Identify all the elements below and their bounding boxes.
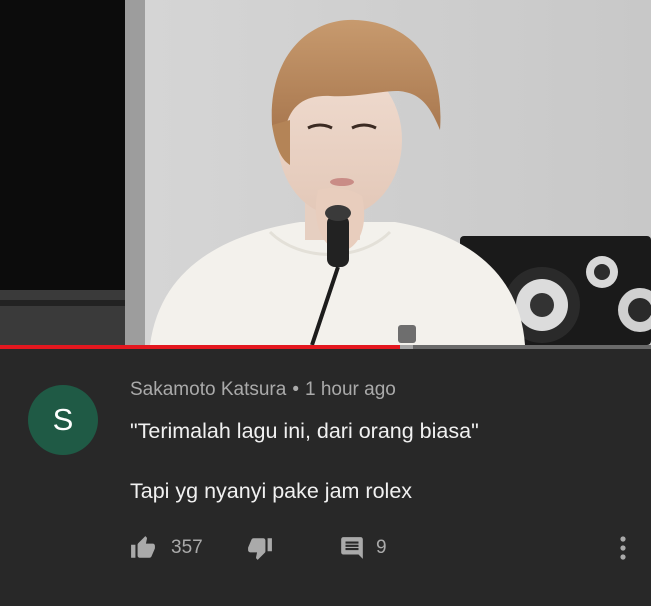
thumbs-up-icon [131, 536, 155, 558]
meta-separator: • [292, 379, 299, 400]
reply-count: 9 [376, 537, 387, 558]
comment-time[interactable]: 1 hour ago [305, 379, 396, 400]
video-frame[interactable] [0, 0, 651, 345]
comment-text-line-2: Tapi yg nyanyi pake jam rolex [130, 479, 413, 503]
video-thumbnail [0, 0, 651, 345]
avatar-letter: S [52, 402, 74, 437]
comment-actions: 357 9 [0, 533, 651, 563]
like-button[interactable] [129, 533, 157, 563]
thumbs-down-icon [248, 538, 272, 560]
comment-icon [341, 537, 363, 559]
author-name[interactable]: Sakamoto Katsura [130, 379, 286, 400]
comment: S Sakamoto Katsura • 1 hour ago "Terimalah… [0, 349, 651, 606]
comment-header: Sakamoto Katsura • 1 hour ago [130, 379, 396, 401]
more-button[interactable] [613, 533, 633, 563]
more-vertical-icon [620, 536, 626, 560]
avatar[interactable]: S [28, 385, 98, 455]
reply-button[interactable] [339, 533, 365, 563]
comment-text-line-1: "Terimalah lagu ini, dari orang biasa" [130, 419, 479, 443]
like-count: 357 [171, 537, 203, 558]
dislike-button[interactable] [246, 533, 274, 563]
